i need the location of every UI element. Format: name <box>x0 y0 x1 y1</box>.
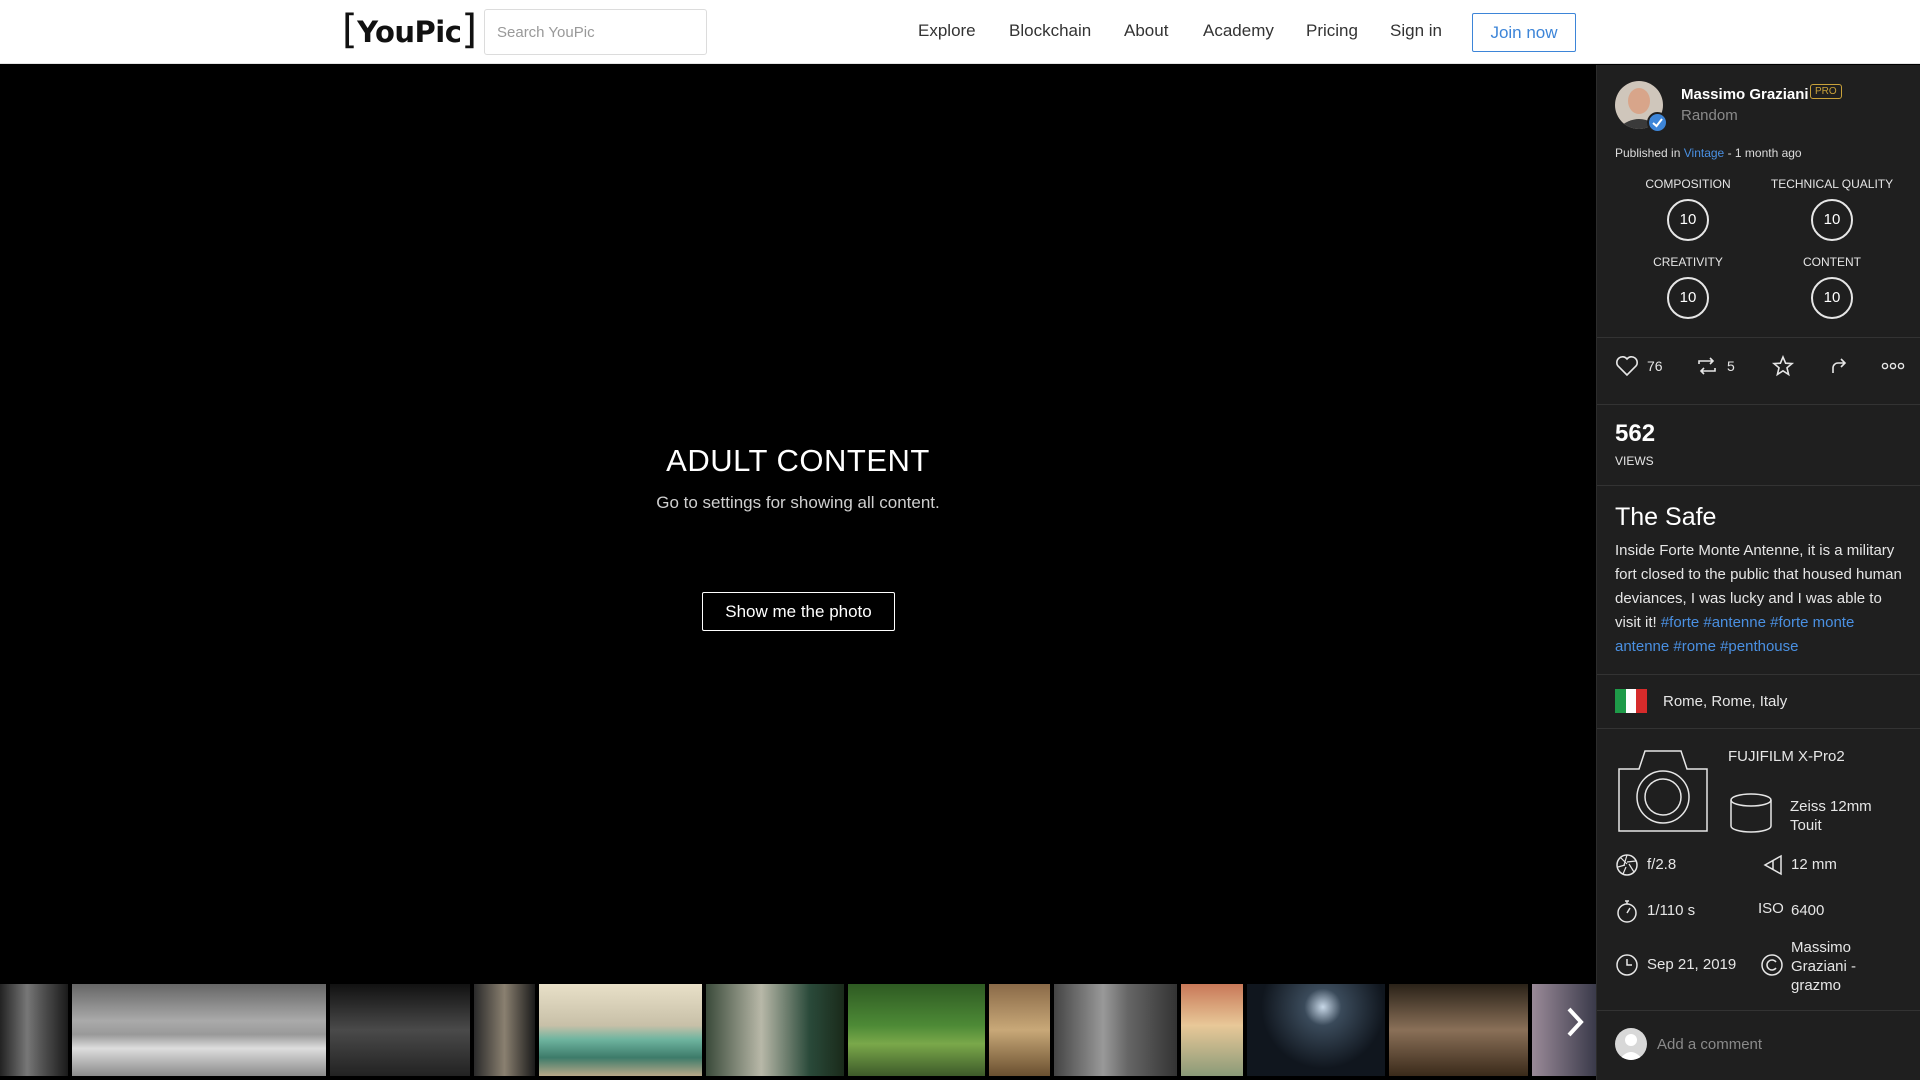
chevron-right-icon[interactable] <box>1560 1005 1590 1055</box>
thumbnail[interactable] <box>539 984 702 1076</box>
photo-viewer <box>0 65 1596 983</box>
thumbnail[interactable] <box>330 984 470 1076</box>
thumbnail[interactable] <box>72 984 326 1076</box>
top-navigation-bar: [YouPic] Explore Blockchain About Academ… <box>0 0 1920 64</box>
thumbnail[interactable] <box>706 984 844 1076</box>
repost-icon <box>1698 357 1716 375</box>
verified-badge-icon <box>1647 112 1668 133</box>
shutter-speed-value: 1/110 s <box>1647 902 1696 919</box>
thumbnail[interactable] <box>1181 984 1243 1076</box>
nav-about[interactable]: About <box>1124 21 1168 41</box>
divider <box>1597 728 1920 729</box>
repost-count: 5 <box>1727 358 1735 374</box>
views-label: VIEWS <box>1615 454 1654 468</box>
divider <box>1597 674 1920 675</box>
nav-pricing[interactable]: Pricing <box>1306 21 1358 41</box>
thumbnail-strip <box>0 983 1596 1077</box>
capture-date: Sep 21, 2019 <box>1647 956 1737 973</box>
warning-subtitle: Go to settings for showing all content. <box>656 493 940 512</box>
camera-model: FUJIFILM X-Pro2 <box>1728 748 1845 765</box>
score-composition: COMPOSITION 10 <box>1623 177 1753 241</box>
focal-length-icon <box>1763 854 1782 876</box>
share-icon <box>1832 358 1847 373</box>
thumbnail[interactable] <box>1054 984 1177 1076</box>
nav-blockchain[interactable]: Blockchain <box>1009 21 1091 41</box>
score-content: CONTENT 10 <box>1767 255 1897 319</box>
search-input[interactable] <box>484 9 707 55</box>
more-options-button[interactable] <box>1881 355 1905 377</box>
focal-length-value: 12 mm <box>1791 856 1837 873</box>
comment-input[interactable] <box>1657 1025 1907 1063</box>
share-button[interactable] <box>1827 355 1851 377</box>
iso-value: 6400 <box>1791 902 1825 919</box>
stopwatch-icon <box>1617 900 1637 923</box>
clock-icon <box>1616 954 1638 976</box>
show-photo-button[interactable]: Show me the photo <box>702 592 895 631</box>
nav-sign-in[interactable]: Sign in <box>1390 21 1442 41</box>
thumbnail[interactable] <box>989 984 1050 1076</box>
copyright-icon <box>1761 954 1783 976</box>
photo-category[interactable]: Random <box>1681 107 1738 124</box>
nav-academy[interactable]: Academy <box>1203 21 1274 41</box>
join-now-button[interactable]: Join now <box>1472 13 1576 52</box>
score-creativity: CREATIVITY 10 <box>1623 255 1753 319</box>
divider <box>1597 404 1920 405</box>
star-icon <box>1771 355 1795 377</box>
divider <box>1597 485 1920 486</box>
photo-location[interactable]: Rome, Rome, Italy <box>1663 693 1787 710</box>
iso-icon: ISO <box>1758 900 1784 917</box>
aperture-value: f/2.8 <box>1647 856 1677 873</box>
thumbnail[interactable] <box>0 984 68 1076</box>
thumbnail[interactable] <box>474 984 535 1076</box>
thumbnail[interactable] <box>1389 984 1528 1076</box>
warning-title: ADULT CONTENT <box>666 443 930 478</box>
lens-model: Zeiss 12mm Touit <box>1790 798 1872 834</box>
italy-flag-icon <box>1615 689 1648 713</box>
youpic-logo[interactable]: [YouPic] <box>342 10 477 54</box>
gallery-link[interactable]: Vintage <box>1684 146 1724 160</box>
published-info: Published in Vintage - 1 month ago <box>1615 146 1802 160</box>
author-name[interactable]: Massimo Graziani <box>1681 86 1809 103</box>
views-count: 562 <box>1615 420 1656 447</box>
heart-icon <box>1616 356 1638 377</box>
aperture-icon <box>1616 854 1638 876</box>
more-icon <box>1881 362 1905 370</box>
user-avatar-icon <box>1615 1028 1647 1060</box>
divider <box>1597 337 1920 338</box>
nav-explore[interactable]: Explore <box>918 21 976 41</box>
thumbnail[interactable] <box>1247 984 1385 1076</box>
score-technical-quality: TECHNICAL QUALITY 10 <box>1767 177 1897 241</box>
like-button[interactable]: 76 <box>1615 355 1663 377</box>
copyright-holder: Massimo Graziani - grazmo <box>1791 939 1857 994</box>
like-count: 76 <box>1647 358 1663 374</box>
thumbnail[interactable] <box>848 984 985 1076</box>
photo-title: The Safe <box>1615 503 1717 531</box>
favorite-button[interactable] <box>1771 355 1795 377</box>
photo-description: Inside Forte Monte Antenne, it is a mili… <box>1615 542 1902 655</box>
photo-info-sidebar: Massimo Graziani PRO Random Published in… <box>1596 65 1920 1080</box>
camera-icon <box>1618 750 1708 832</box>
repost-button[interactable]: 5 <box>1695 355 1735 377</box>
lens-icon <box>1730 793 1772 833</box>
divider <box>1597 1010 1920 1011</box>
pro-badge: PRO <box>1810 84 1842 99</box>
adult-content-warning: ADULT CONTENT Go to settings for showing… <box>0 443 1596 513</box>
